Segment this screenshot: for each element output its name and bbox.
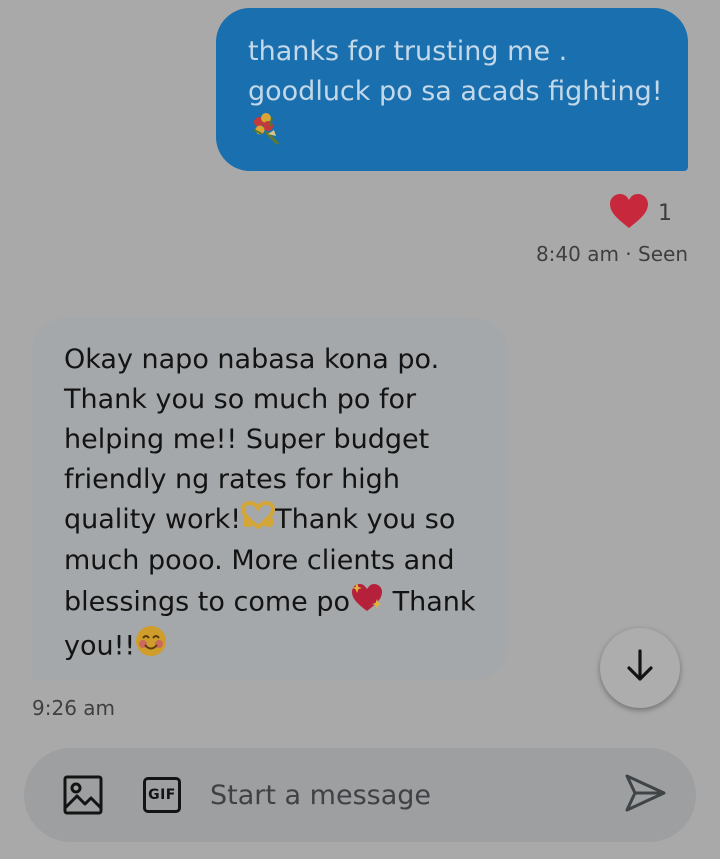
incoming-message-bubble[interactable]: Okay napo nabasa kona po. Thank you so m… <box>32 318 508 681</box>
outgoing-timestamp-status: 8:40 am · Seen <box>535 242 688 266</box>
message-text-line: friendly ng rates for high <box>64 464 400 495</box>
message-text-segment: you!! <box>64 630 136 661</box>
bouquet-icon <box>248 112 284 160</box>
message-text-line: quality work! Thank you so <box>64 500 488 541</box>
sparkling-heart-icon <box>350 581 384 625</box>
message-text-line: goodluck po sa acads fighting! <box>248 76 663 107</box>
message-text-segment: Thank <box>384 586 476 617</box>
message-text-line: helping me!! Super budget <box>64 424 430 455</box>
heart-hands-icon <box>241 500 276 541</box>
message-input[interactable] <box>210 772 590 818</box>
scroll-to-bottom-button[interactable] <box>600 628 680 708</box>
gif-label: GIF <box>143 777 181 813</box>
heart-reaction[interactable]: 1 <box>608 192 672 234</box>
incoming-timestamp: 9:26 am <box>32 696 116 720</box>
send-icon <box>624 773 666 817</box>
arrow-down-icon <box>624 648 656 688</box>
message-composer: GIF <box>24 748 696 842</box>
message-text-line: Thank you so much po for <box>64 384 417 415</box>
image-icon[interactable] <box>61 773 105 817</box>
outgoing-message-bubble[interactable]: thanks for trusting me . goodluck po sa … <box>216 8 688 171</box>
heart-icon <box>608 192 650 234</box>
message-text-line: you!! <box>64 625 488 669</box>
message-text-line: much pooo. More clients and <box>64 544 455 576</box>
message-text-line: thanks for trusting me . <box>248 36 568 67</box>
message-text-segment: quality work! <box>64 504 242 535</box>
reaction-count: 1 <box>658 200 672 226</box>
message-text-line: Okay napo nabasa kona po. <box>64 344 440 375</box>
message-text-segment: Thank you so <box>275 504 456 535</box>
message-text-line: blessings to come po Thank <box>64 581 488 625</box>
smiling-face-icon <box>135 625 167 669</box>
send-button[interactable] <box>618 768 672 822</box>
message-text-segment: blessings to come po <box>64 586 350 617</box>
gif-button[interactable]: GIF <box>140 773 184 817</box>
